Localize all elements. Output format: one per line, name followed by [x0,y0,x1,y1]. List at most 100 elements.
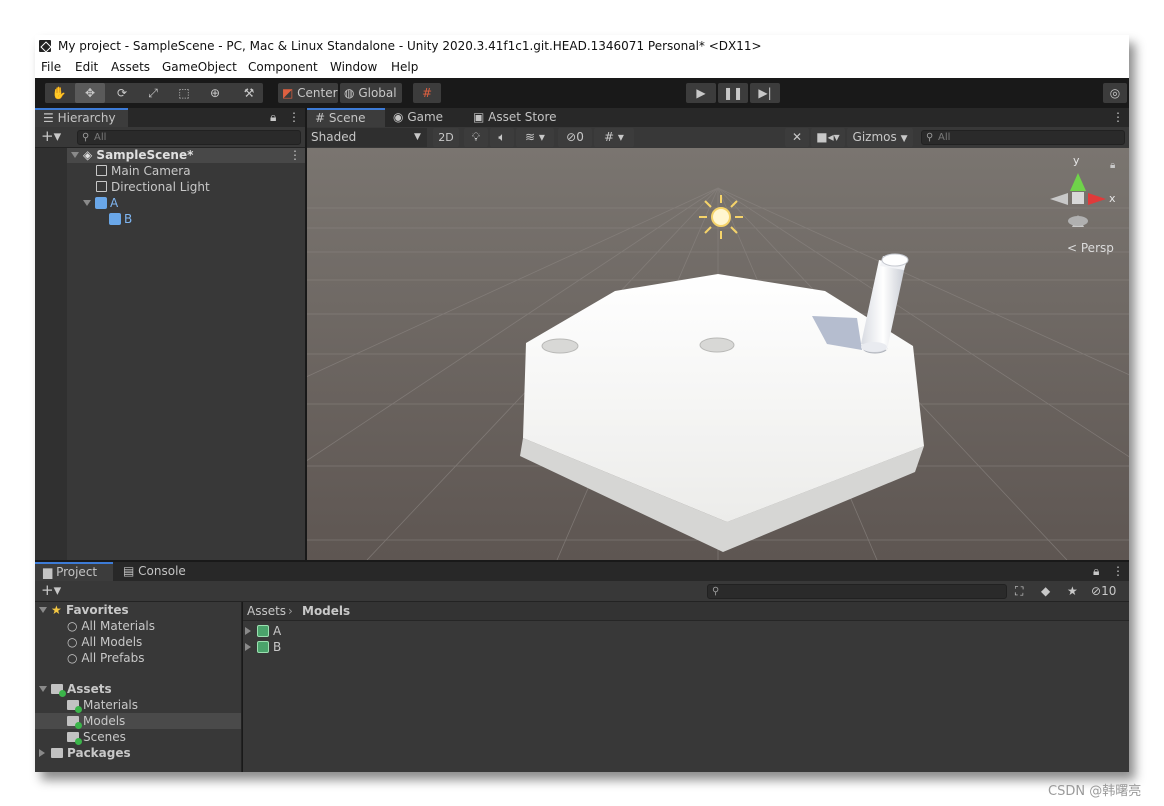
scene-search-input[interactable]: All [921,130,1125,145]
tab-project[interactable]: ▆ Project [35,562,113,581]
folder-icon [67,732,82,745]
tab-game[interactable]: ◉ Game [385,108,465,127]
folder-icon [51,748,63,758]
grid-snap-button[interactable]: # [413,83,441,103]
mode-2d-toggle[interactable]: 2D [433,128,459,147]
add-button[interactable]: +▾ [41,128,61,144]
folder-models[interactable]: Models [67,713,125,729]
projection-label[interactable]: < Persp [1067,241,1114,255]
step-button[interactable]: ▶| [750,83,780,103]
scale-tool-button[interactable]: ⤢ [139,83,167,103]
scene-header-row[interactable]: ◈ SampleScene* ⋮ [67,148,305,163]
project-kebab-icon[interactable]: ⋮ [1112,563,1124,579]
effects-dropdown[interactable]: ≋ ▾ [516,128,554,147]
menu-help[interactable]: Help [391,57,418,78]
console-icon: ▤ [123,564,135,578]
tab-scene[interactable]: # Scene [307,108,385,127]
favorite-all-materials[interactable]: ○ All Materials [67,618,155,634]
lighting-toggle[interactable]: 💡︎ [464,128,488,147]
grid-dropdown[interactable]: # ▾ [594,128,634,147]
pivot-center-button[interactable]: ◩ Center [278,83,338,103]
prefab-icon [95,197,107,209]
center-label: Center [297,86,338,100]
gizmo-lock-icon[interactable]: 🔒︎ [1110,160,1115,171]
scene-kebab-icon[interactable]: ⋮ [1112,109,1124,125]
project-add-button[interactable]: +▾ [41,582,61,598]
project-folder-tree: ★ Favorites ○ All Materials ○ All Models… [35,602,242,772]
kebab-menu-icon[interactable]: ⋮ [288,109,300,125]
audio-toggle[interactable]: 🔈︎ [490,128,514,147]
shading-label: Shaded [311,130,357,144]
pivot-global-button[interactable]: ◍ Global [340,83,402,103]
search-icon: ○ [67,635,78,649]
hidden-packages-toggle[interactable]: ⊘10 [1091,583,1116,599]
menu-bar: File Edit Assets GameObject Component Wi… [35,57,1129,78]
custom-tool-button[interactable]: ⚒ [235,83,263,103]
rotate-tool-button[interactable]: ⟳ [108,83,136,103]
assets-label: Assets [67,682,112,696]
menu-window[interactable]: Window [330,57,377,78]
pause-button[interactable]: ❚❚ [718,83,748,103]
list-icon: ☰ [43,111,54,125]
rect-tool-button[interactable]: ⬚ [170,83,198,103]
asset-store-tab-label: Asset Store [488,110,557,124]
camera-dropdown[interactable]: ■◂▾ [811,128,845,147]
menu-gameobject[interactable]: GameObject [162,57,237,78]
scene-menu-icon[interactable]: ⋮ [289,147,301,163]
gizmos-dropdown[interactable]: Gizmos ▼ [847,128,913,147]
packages-folder[interactable]: Packages [39,745,131,761]
menu-file[interactable]: File [41,57,61,78]
item-label: Directional Light [111,180,210,194]
unity-scene-icon: ◈ [83,148,93,162]
lock-icon[interactable]: 🔒︎ [270,109,276,125]
menu-component[interactable]: Component [248,57,318,78]
move-tool-button[interactable]: ✥ [75,83,105,103]
shading-dropdown[interactable]: Shaded ▼ [307,128,427,147]
global-label: Global [358,86,397,100]
menu-edit[interactable]: Edit [75,57,98,78]
asset-file-a[interactable]: A [245,623,281,639]
favorites-label: Favorites [65,603,129,617]
hierarchy-item-main-camera[interactable]: Main Camera [96,163,191,179]
tab-hierarchy[interactable]: ☰ Hierarchy [35,108,128,127]
scene-viewport[interactable]: y x 🔒︎ < Persp [307,148,1129,560]
favorite-all-models[interactable]: ○ All Models [67,634,142,650]
chevron-down-icon: ▼ [414,132,421,142]
filter-by-type-icon[interactable]: ⛶ [1015,583,1023,599]
tab-console[interactable]: ▤ Console [115,562,201,581]
asset-file-b[interactable]: B [245,639,281,655]
tools-icon: ⚒ [243,86,255,100]
hidden-objects-toggle[interactable]: ⊘0 [558,128,592,147]
folder-icon: ▆ [43,565,53,579]
assets-folder[interactable]: Assets [39,681,112,697]
folder-scenes[interactable]: Scenes [67,729,126,745]
tab-asset-store[interactable]: ▣ Asset Store [465,108,569,127]
project-search-input[interactable] [707,584,1007,599]
file-label: B [273,640,282,654]
tools-icon: ✕ [791,130,803,144]
folder-icon [67,700,82,713]
hierarchy-item-b[interactable]: B [109,211,132,227]
transform-tool-button[interactable]: ⊕ [201,83,229,103]
play-button[interactable]: ▶ [686,83,716,103]
favorites-header[interactable]: ★ Favorites [39,602,129,618]
collab-button[interactable]: ◎ [1103,83,1127,103]
breadcrumb-models[interactable]: Models [302,603,350,619]
favorite-all-prefabs[interactable]: ○ All Prefabs [67,650,145,666]
scene-toolbar: Shaded ▼ 2D 💡︎ 🔈︎ ≋ ▾ ⊘0 # ▾ ✕ ■◂▾ Gizmo… [307,127,1129,148]
hand-tool-button[interactable]: ✋ [45,83,73,103]
breadcrumb-separator-icon: › [288,604,293,618]
menu-assets[interactable]: Assets [111,57,150,78]
favorite-label: All Prefabs [81,651,145,665]
folder-materials[interactable]: Materials [67,697,138,713]
favorite-star-icon[interactable]: ★ [1067,583,1078,599]
filter-by-label-icon[interactable]: ◆ [1041,583,1050,599]
breadcrumb-assets[interactable]: Assets [247,603,286,619]
hierarchy-item-a[interactable]: A [83,195,118,211]
speaker-icon: 🔈︎ [498,130,506,144]
model-icon [257,625,269,637]
hierarchy-item-directional-light[interactable]: Directional Light [96,179,210,195]
project-lock-icon[interactable]: 🔒︎ [1093,563,1099,579]
scene-tools-button[interactable]: ✕ [785,128,809,147]
hierarchy-search-input[interactable]: All [77,130,301,145]
